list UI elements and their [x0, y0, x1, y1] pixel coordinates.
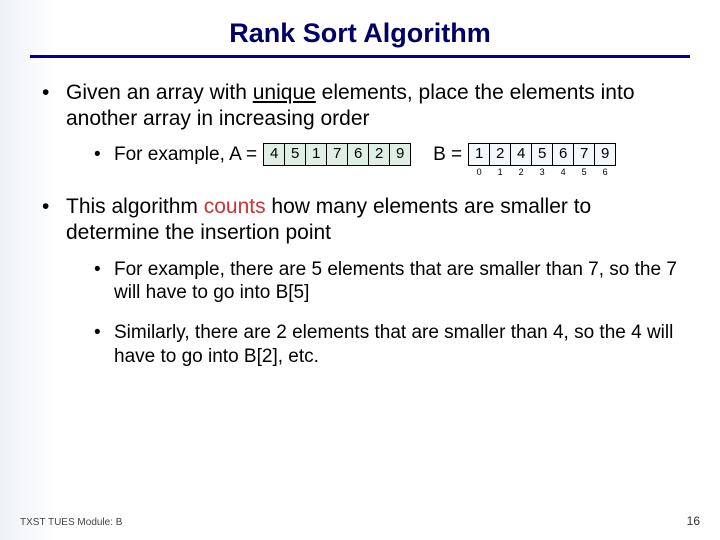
b-cell: 2 [490, 144, 511, 166]
sub-list-2: For example, there are 5 elements that a… [66, 258, 690, 369]
b-cell: 7 [574, 144, 595, 166]
example-1: For example, there are 5 elements that a… [94, 258, 690, 306]
array-b: 1 2 4 5 6 7 9 0 1 [468, 143, 616, 178]
array-a: 4 5 1 7 6 2 9 [263, 143, 411, 166]
sub-list-1: For example, A = 4 5 1 7 6 2 9 [66, 143, 690, 178]
slide: Rank Sort Algorithm Given an array with … [0, 0, 720, 540]
a-cell: 4 [264, 144, 285, 166]
b-cell: 4 [511, 144, 532, 166]
a-cell: 6 [348, 144, 369, 166]
b-cell: 5 [532, 144, 553, 166]
b-idx: 3 [532, 166, 553, 179]
title-underline [30, 55, 690, 58]
intro-underlined: unique [253, 81, 316, 104]
a-cell: 1 [306, 144, 327, 166]
b-idx: 6 [595, 166, 616, 179]
algo-pre: This algorithm [66, 195, 204, 218]
a-cell: 5 [285, 144, 306, 166]
page-number: 16 [687, 514, 700, 528]
array-b-stack: 1 2 4 5 6 7 9 0 1 [468, 143, 616, 178]
b-idx: 2 [511, 166, 532, 179]
array-b-indices: 0 1 2 3 4 5 6 [469, 166, 616, 179]
a-cell: 2 [369, 144, 390, 166]
b-idx: 4 [553, 166, 574, 179]
example-2: Similarly, there are 2 elements that are… [94, 321, 690, 369]
slide-title: Rank Sort Algorithm [30, 18, 690, 55]
b-cell: 1 [469, 144, 490, 166]
footer-text: TXST TUES Module: B [20, 517, 122, 528]
b-idx: 1 [490, 166, 511, 179]
algo-counts: counts [204, 195, 266, 218]
a-cell: 9 [390, 144, 411, 166]
bullet-algorithm: This algorithm counts how many elements … [42, 194, 690, 368]
b-label: B = [433, 143, 462, 167]
b-cell: 9 [595, 144, 616, 166]
b-cell: 6 [553, 144, 574, 166]
example-bullet: For example, A = 4 5 1 7 6 2 9 [94, 143, 690, 178]
example-row: For example, A = 4 5 1 7 6 2 9 [114, 143, 690, 178]
intro-text-pre: Given an array with [66, 81, 253, 104]
a-cell: 7 [327, 144, 348, 166]
b-idx: 5 [574, 166, 595, 179]
bullet-list: Given an array with unique elements, pla… [30, 80, 690, 369]
bullet-intro: Given an array with unique elements, pla… [42, 80, 690, 178]
b-idx: 0 [469, 166, 490, 179]
a-label: For example, A = [114, 143, 257, 167]
